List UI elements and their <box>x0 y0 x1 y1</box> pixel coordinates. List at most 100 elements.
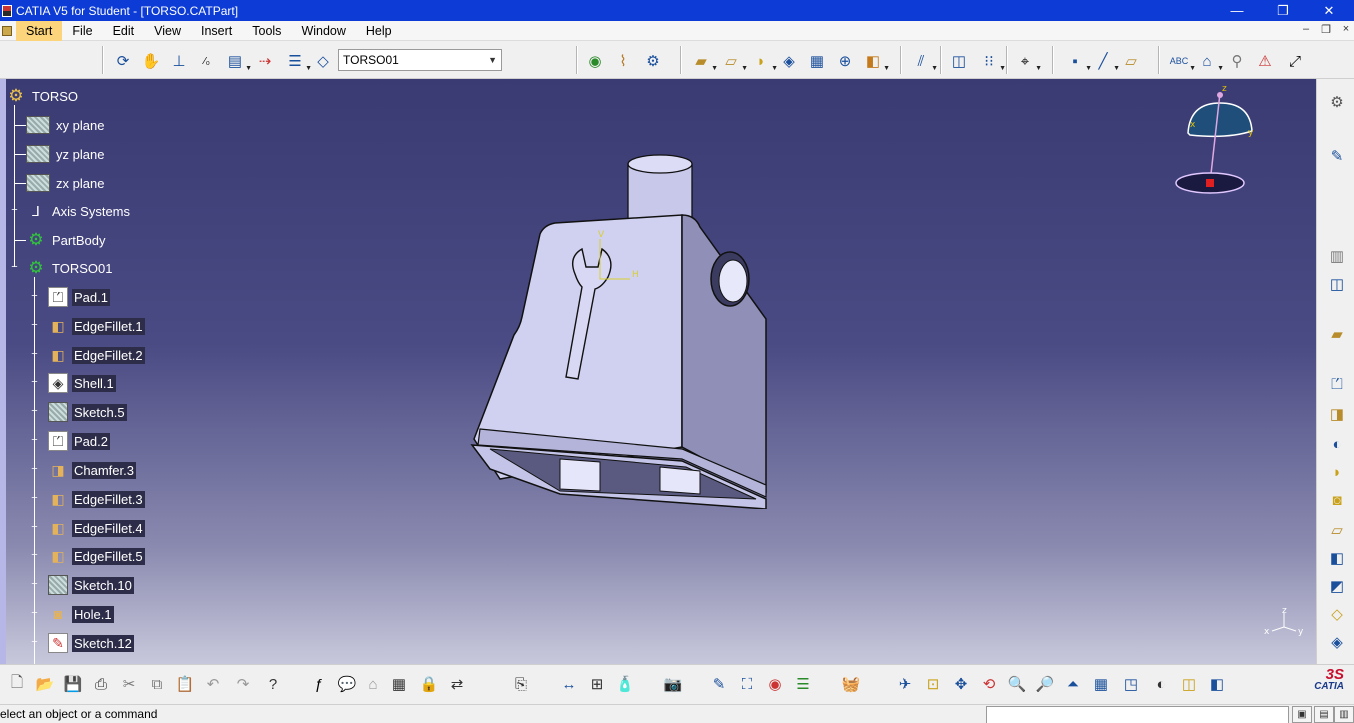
groove-side-icon[interactable]: ◗ <box>1326 461 1348 483</box>
tree-feature-sketch-12[interactable]: + ✎ Sketch.12 <box>28 633 134 653</box>
shading-icon[interactable]: ◐ <box>1150 673 1172 695</box>
torso-part-3d-model[interactable]: V H <box>460 149 780 509</box>
tree-root-torso[interactable]: ⚙ TORSO <box>6 86 80 106</box>
sketch-selection-icon[interactable]: ☰ ▼ <box>284 50 312 72</box>
hide-show-icon[interactable]: ◫ <box>1178 673 1200 695</box>
plane-tool-icon[interactable]: ▱ <box>1120 50 1142 72</box>
expand-plus-icon[interactable]: + <box>30 550 39 561</box>
collapse-minus-icon[interactable]: − <box>10 262 19 273</box>
axis-system-icon[interactable]: ⊥ <box>168 50 190 72</box>
expand-plus-icon[interactable]: + <box>30 637 39 648</box>
slot-side-icon[interactable]: ◧ <box>1326 547 1348 569</box>
annotation-icon[interactable]: ⌂ ▼ <box>1196 50 1224 73</box>
cut-icon[interactable]: ✂ <box>118 673 140 695</box>
measure-icon[interactable]: ⌇ <box>612 50 634 72</box>
menu-window[interactable]: Window <box>291 21 355 41</box>
expand-plus-icon[interactable]: + <box>30 320 39 331</box>
body-selector-dropdown[interactable]: TORSO01 ▼ <box>338 49 502 71</box>
status-button-1[interactable]: ▣ <box>1292 706 1312 723</box>
map-icon[interactable]: ⛶ <box>736 673 758 695</box>
solid-icon[interactable]: ▰ <box>1326 323 1348 345</box>
settings-gear-icon[interactable]: ⚙ <box>1326 91 1348 113</box>
dimension-icon[interactable]: ↔ <box>558 673 580 695</box>
shaft-side-icon[interactable]: ◐ <box>1326 433 1348 455</box>
camera-icon[interactable]: 📷 <box>662 673 684 695</box>
part-design-icon[interactable]: ▥ <box>1326 245 1348 267</box>
minimize-button[interactable]: — <box>1214 0 1260 21</box>
line-icon[interactable]: ╱ ▼ <box>1092 50 1120 72</box>
doc-restore-button[interactable]: ❐ <box>1318 23 1334 39</box>
grid-icon[interactable]: ⌖ ▼ <box>1014 50 1042 73</box>
iso-view-icon[interactable]: ◳ <box>1120 673 1142 695</box>
solid-combine-side-icon[interactable]: ◈ <box>1326 631 1348 653</box>
menu-help[interactable]: Help <box>356 21 402 41</box>
tree-feature-edgefillet-1[interactable]: + ◧ EdgeFillet.1 <box>28 316 145 336</box>
constraint-icon[interactable]: ⚲ <box>1226 50 1248 72</box>
compute-icon[interactable]: ⎘ <box>510 673 532 695</box>
command-input[interactable] <box>986 706 1289 723</box>
zoom-out-icon[interactable]: 🔎 <box>1034 673 1056 695</box>
multi-section-side-icon[interactable]: ◇ <box>1326 603 1348 625</box>
table-icon[interactable]: ▦ <box>388 673 410 695</box>
close-button[interactable]: ✕ <box>1306 0 1352 21</box>
pad-side-icon[interactable]: ⏍ <box>1326 373 1348 395</box>
fly-mode-icon[interactable]: ✋ <box>140 50 162 72</box>
status-button-2[interactable]: ▤ <box>1314 706 1334 723</box>
doc-minimize-button[interactable]: – <box>1298 23 1314 39</box>
comment-icon[interactable]: 💬 <box>336 673 358 695</box>
sketcher-icon[interactable]: ✎ <box>1326 145 1348 167</box>
pocket-side-icon[interactable]: ◨ <box>1326 403 1348 425</box>
status-button-3[interactable]: ▥ <box>1334 706 1354 723</box>
tree-item-zx-plane[interactable]: zx plane <box>26 173 106 193</box>
tree-feature-shell-1[interactable]: + ◈ Shell.1 <box>28 373 116 393</box>
print-icon[interactable]: ⎙ <box>90 673 112 695</box>
copy-icon[interactable]: ⧉ <box>146 673 168 695</box>
tree-item-axis-systems[interactable]: + ⅃ Axis Systems <box>6 201 132 221</box>
tree-feature-sketch-10[interactable]: + Sketch.10 <box>28 575 134 595</box>
expand-plus-icon[interactable]: + <box>30 493 39 504</box>
point-icon[interactable]: ▪ ▼ <box>1064 50 1092 73</box>
fit-all-icon[interactable]: ⊡ <box>922 673 944 695</box>
tree-feature-sketch-5[interactable]: + Sketch.5 <box>28 402 127 422</box>
doc-close-button[interactable]: × <box>1338 23 1354 39</box>
rib-icon[interactable]: ◈ <box>778 50 800 72</box>
text-icon[interactable]: ABC ▼ <box>1168 50 1196 72</box>
knowledge-icon[interactable]: ⌂ <box>362 673 384 695</box>
help-icon[interactable]: ? <box>262 673 284 695</box>
expand-plus-icon[interactable]: + <box>30 349 39 360</box>
tree-feature-hole-1[interactable]: + ◙ Hole.1 <box>28 604 114 624</box>
save-icon[interactable]: 💾 <box>62 673 84 695</box>
tree-feature-chamfer-3[interactable]: + ◨ Chamfer.3 <box>28 460 136 480</box>
multi-view-icon[interactable]: ▦ <box>1090 673 1112 695</box>
formula-icon[interactable]: ⁄₀ <box>196 50 218 72</box>
catalog-browser-icon[interactable]: ⊞ <box>586 673 608 695</box>
tree-feature-pad-2[interactable]: + ⏍ Pad.2 <box>28 431 110 451</box>
layers-icon[interactable]: ☰ <box>792 673 814 695</box>
expand-plus-icon[interactable]: + <box>30 291 39 302</box>
swap-visible-icon[interactable]: ◧ <box>1206 673 1228 695</box>
publish-icon[interactable]: 🧺 <box>840 673 862 695</box>
3d-viewport[interactable]: ⚙ TORSO xy plane yz plane zx plane + ⅃ A… <box>0 79 1316 664</box>
zoom-in-icon[interactable]: 🔍 <box>1006 673 1028 695</box>
expand-plus-icon[interactable]: + <box>30 464 39 475</box>
hole-icon[interactable]: ⊕ <box>834 50 856 72</box>
draft-icon[interactable]: ⫽ ▼ <box>910 50 938 73</box>
sketch-tool-icon[interactable]: ✎ <box>708 673 730 695</box>
bottle-icon[interactable]: 🧴 <box>614 673 636 695</box>
tree-feature-edgefillet-5[interactable]: + ◧ EdgeFillet.5 <box>28 546 145 566</box>
tree-item-partbody[interactable]: ⚙ PartBody <box>26 230 107 250</box>
paste-icon[interactable]: 📋 <box>174 673 196 695</box>
update-icon[interactable]: ⟳ <box>112 50 134 72</box>
snap-icon[interactable]: ⇢ <box>254 50 276 72</box>
multi-section-icon[interactable]: ▦ <box>806 50 828 72</box>
maximize-button[interactable]: ❐ <box>1260 0 1306 21</box>
pocket-icon[interactable]: ▱ ▼ <box>720 50 748 72</box>
parts-icon[interactable]: ▤ ▼ <box>224 50 252 72</box>
expand-plus-icon[interactable]: + <box>30 435 39 446</box>
menu-insert[interactable]: Insert <box>191 21 242 41</box>
tree-feature-edgefillet-3[interactable]: + ◧ EdgeFillet.3 <box>28 489 145 509</box>
apply-material-icon[interactable]: ◉ <box>584 50 606 72</box>
catalog-icon[interactable]: ⚙ <box>642 50 664 72</box>
rib-side-icon[interactable]: ▱ <box>1326 519 1348 541</box>
tree-feature-edgefillet-2[interactable]: + ◧ EdgeFillet.2 <box>28 345 145 365</box>
